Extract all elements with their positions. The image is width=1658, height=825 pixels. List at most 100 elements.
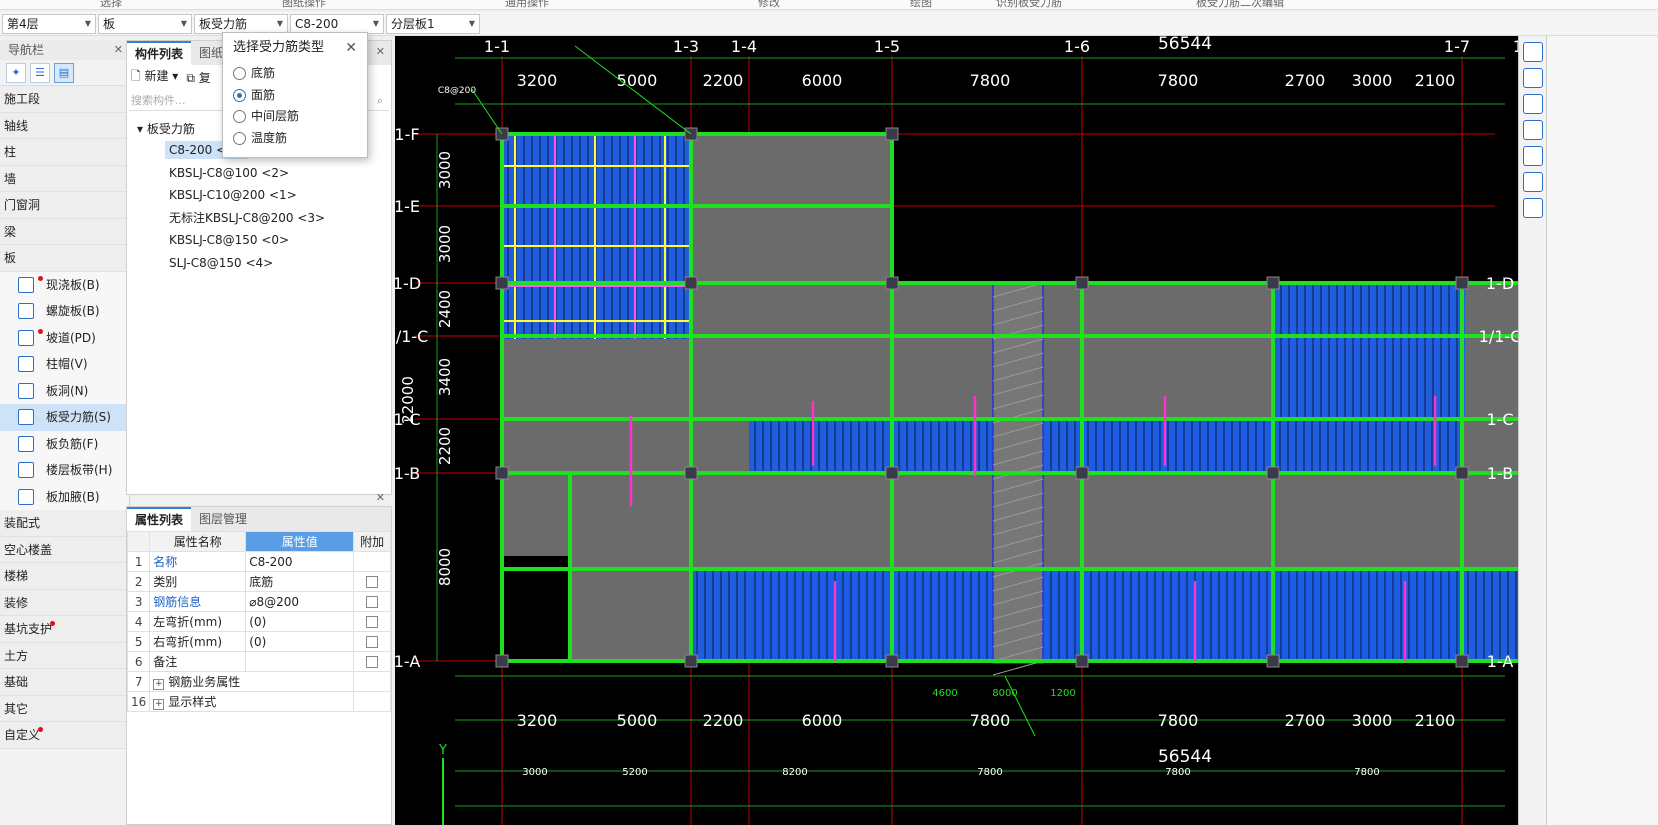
nav-category[interactable]: 轴线 xyxy=(0,112,129,139)
property-value[interactable]: (0) xyxy=(245,611,355,632)
nav-category[interactable]: 基础 xyxy=(0,669,129,696)
property-row[interactable]: 6 备注 xyxy=(126,651,391,672)
nav-sub-item[interactable]: 板受力筋(S) xyxy=(0,404,129,431)
property-row[interactable]: 4 左弯折(mm) (0) xyxy=(126,611,391,632)
search-icon[interactable]: ⌕ xyxy=(377,91,383,111)
property-row[interactable]: 5 右弯折(mm) (0) xyxy=(126,631,391,652)
radio-button[interactable] xyxy=(233,88,246,102)
close-icon[interactable]: ✕ xyxy=(345,33,357,63)
ribbon-label[interactable]: 识别板受力筋 xyxy=(996,0,1062,9)
detail-view-icon[interactable]: ▤ xyxy=(54,62,74,83)
nav-category[interactable]: 自定义 xyxy=(0,722,129,749)
nav-category[interactable]: 梁 xyxy=(0,218,129,245)
tab-component-list[interactable]: 构件列表 xyxy=(127,41,192,65)
rebar-type-option[interactable]: 底筋 xyxy=(223,63,367,85)
property-row[interactable]: 16 + 显示样式 xyxy=(126,691,391,712)
nav-category[interactable]: 施工段 xyxy=(0,86,129,113)
ribbon-label[interactable]: 通用操作 xyxy=(505,0,549,9)
component-select[interactable]: C8-200 ▼ xyxy=(290,14,384,34)
list-view-icon[interactable]: ☰ xyxy=(30,62,50,83)
tree-item[interactable]: KBSLJ-C8@100 <2> xyxy=(127,162,391,185)
ribbon-label[interactable]: 板受力筋二次编辑 xyxy=(1196,0,1284,9)
nav-category[interactable]: 空心楼盖 xyxy=(0,536,129,563)
ribbon-label[interactable]: 图纸操作 xyxy=(282,0,326,9)
property-value[interactable]: (0) xyxy=(245,631,355,652)
nav-sub-item[interactable]: 板洞(N) xyxy=(0,377,129,404)
radio-button[interactable] xyxy=(233,131,246,145)
column xyxy=(1266,276,1280,290)
report-icon[interactable] xyxy=(1523,198,1543,218)
extra-checkbox[interactable] xyxy=(366,636,379,648)
zoom-extent-icon[interactable] xyxy=(1523,146,1543,166)
tree-item[interactable]: 无标注KBSLJ-C8@200 <3> xyxy=(127,207,391,230)
property-row[interactable]: 7 + 钢筋业务属性 xyxy=(126,671,391,692)
nav-category[interactable]: 柱 xyxy=(0,139,129,166)
nav-category[interactable]: 基坑支护 xyxy=(0,616,129,643)
orbit-icon[interactable] xyxy=(1523,42,1543,62)
property-row[interactable]: 1 名称 C8-200 xyxy=(126,551,391,572)
category-select[interactable]: 板 ▼ xyxy=(98,14,192,34)
nav-sub-item[interactable]: 螺旋板(B) xyxy=(0,298,129,325)
close-icon[interactable]: ✕ xyxy=(376,491,385,504)
radio-button[interactable] xyxy=(233,67,246,81)
sublayer-select[interactable]: 分层板1 ▼ xyxy=(386,14,480,34)
tree-root-label: 板受力筋 xyxy=(146,122,195,136)
extra-checkbox[interactable] xyxy=(366,656,379,668)
nav-sub-item[interactable]: 楼层板带(H) xyxy=(0,457,129,484)
property-row[interactable]: 3 钢筋信息 ⌀8@200 xyxy=(126,591,391,612)
element-type-select[interactable]: 板受力筋 ▼ xyxy=(194,14,288,34)
ribbon-label[interactable]: 修改 xyxy=(758,0,780,9)
tree-item[interactable]: SLJ-C8@150 <4> xyxy=(127,252,391,275)
copy-button[interactable]: ⧉ 复 xyxy=(186,69,210,86)
3d-view-icon[interactable] xyxy=(1523,68,1543,88)
floor-select[interactable]: 第4层 ▼ xyxy=(2,14,96,34)
nav-category[interactable]: 板 xyxy=(0,245,129,272)
nav-category[interactable]: 墙 xyxy=(0,165,129,192)
component-view-icon[interactable] xyxy=(1523,172,1543,192)
nav-category[interactable]: 其它 xyxy=(0,695,129,722)
extra-checkbox[interactable] xyxy=(366,576,379,588)
nav-sub-item[interactable]: 板加腋(B) xyxy=(0,483,129,510)
tab-layer-manager[interactable]: 图层管理 xyxy=(191,507,255,531)
dimension-label: 2200 xyxy=(703,711,744,730)
cube-view-icon[interactable] xyxy=(1523,94,1543,114)
component-type-icon xyxy=(18,409,34,425)
dimension-label: 2400 xyxy=(436,290,454,328)
nav-category[interactable]: 装配式 xyxy=(0,510,129,537)
nav-sub-item[interactable]: 现浇板(B) xyxy=(0,271,129,298)
nav-category[interactable]: 土方 xyxy=(0,642,129,669)
property-value[interactable]: 底筋 xyxy=(245,571,355,592)
solid-view-icon[interactable] xyxy=(1523,120,1543,140)
nav-sub-item[interactable]: 板负筋(F) xyxy=(0,430,129,457)
close-icon[interactable]: ✕ xyxy=(376,45,385,58)
radio-button[interactable] xyxy=(233,110,246,124)
tree-item-label: KBSLJ-C10@200 <1> xyxy=(169,188,297,203)
rebar-type-option[interactable]: 温度筋 xyxy=(223,128,367,150)
property-value[interactable]: ⌀8@200 xyxy=(245,591,355,612)
rebar-type-option[interactable]: 中间层筋 xyxy=(223,106,367,128)
rebar-type-option[interactable]: 面筋 xyxy=(223,85,367,107)
nav-category[interactable]: 楼梯 xyxy=(0,563,129,590)
property-row[interactable]: 2 类别 底筋 xyxy=(126,571,391,592)
expand-icon[interactable]: + xyxy=(153,699,165,710)
ribbon-label[interactable]: 选择 xyxy=(100,0,122,9)
expand-icon[interactable]: + xyxy=(153,679,165,690)
tree-item[interactable]: KBSLJ-C10@200 <1> xyxy=(127,184,391,207)
pin-icon[interactable]: ✦ xyxy=(6,62,26,83)
nav-category[interactable]: 门窗洞 xyxy=(0,192,129,219)
nav-sub-item[interactable]: 柱帽(V) xyxy=(0,351,129,378)
property-value[interactable]: C8-200 xyxy=(245,551,355,572)
extra-checkbox[interactable] xyxy=(366,596,379,608)
cad-drawing[interactable]: 1-11-31-41-51-61-71-81-91-101-F1-E1-D1/1… xyxy=(395,36,1518,825)
property-value[interactable] xyxy=(245,651,355,672)
nav-sub-item[interactable]: 坡道(PD) xyxy=(0,324,129,351)
close-icon[interactable]: ✕ xyxy=(114,40,123,60)
nav-category[interactable]: 装修 xyxy=(0,589,129,616)
ribbon-label[interactable]: 绘图 xyxy=(910,0,932,9)
nav-categories-bottom: 装配式 空心楼盖 楼梯 装修 基坑支护 土方 基础 其它 自定义 xyxy=(0,510,129,749)
tab-property-list[interactable]: 属性列表 xyxy=(127,507,192,531)
tree-item[interactable]: KBSLJ-C8@150 <0> xyxy=(127,229,391,252)
new-button[interactable]: 🗋 新建 ▾ xyxy=(131,67,178,88)
extra-checkbox[interactable] xyxy=(366,616,379,628)
drawing-canvas[interactable]: 1-11-31-41-51-61-71-81-91-101-F1-E1-D1/1… xyxy=(395,36,1518,825)
